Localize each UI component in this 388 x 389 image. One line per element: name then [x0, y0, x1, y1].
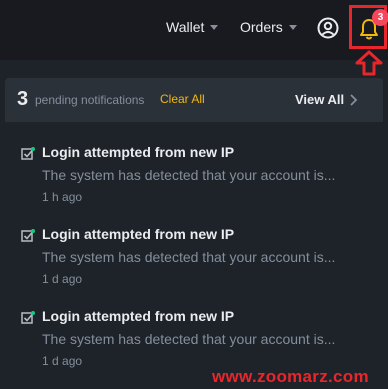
notifications-header: 3 pending notifications Clear All View A…: [5, 78, 383, 122]
checkbox-icon: [21, 147, 35, 160]
wallet-menu-label: Wallet: [166, 19, 205, 35]
notification-time: 1 d ago: [42, 272, 83, 286]
pending-label: pending notifications: [35, 93, 145, 107]
checkbox-icon: [21, 311, 35, 324]
notification-button[interactable]: 3: [349, 5, 388, 49]
notification-description: The system has detected that your accoun…: [42, 331, 336, 347]
notification-description: The system has detected that your accoun…: [42, 249, 336, 265]
notification-title: Login attempted from new IP: [42, 308, 235, 324]
notification-description: The system has detected that your accoun…: [42, 167, 336, 183]
chevron-down-icon: [288, 24, 297, 30]
top-navigation-bar: Wallet Orders 3: [0, 0, 388, 60]
notification-item[interactable]: Login attempted from new IP The system h…: [5, 144, 383, 224]
view-all-button[interactable]: View All: [295, 92, 344, 107]
orders-menu[interactable]: Orders: [240, 19, 297, 35]
notification-time: 1 d ago: [42, 354, 83, 368]
pointer-arrow-icon: [355, 50, 383, 76]
notification-title: Login attempted from new IP: [42, 226, 235, 242]
notification-item[interactable]: Login attempted from new IP The system h…: [5, 226, 383, 306]
orders-menu-label: Orders: [240, 19, 283, 35]
watermark-text: www.zoomarz.com: [212, 367, 369, 386]
notification-title: Login attempted from new IP: [42, 144, 235, 160]
chevron-down-icon: [210, 24, 219, 30]
chevron-right-icon[interactable]: [348, 93, 358, 107]
wallet-menu[interactable]: Wallet: [166, 19, 219, 35]
pending-count: 3: [17, 88, 29, 110]
notifications-panel: 3 pending notifications Clear All View A…: [5, 78, 383, 389]
clear-all-button[interactable]: Clear All: [160, 92, 205, 106]
user-icon[interactable]: [317, 17, 339, 39]
notification-time: 1 h ago: [42, 190, 83, 204]
notification-count-badge: 3: [372, 9, 388, 26]
checkbox-icon: [21, 229, 35, 242]
